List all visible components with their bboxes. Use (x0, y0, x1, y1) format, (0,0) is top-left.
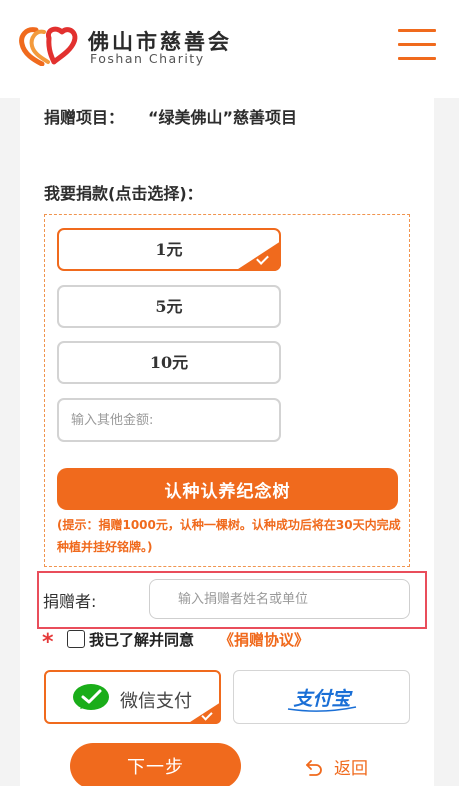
alipay-label: 支付宝 (293, 688, 353, 710)
amount-option-label: 1元 (155, 240, 183, 259)
return-arrow-icon (306, 760, 322, 776)
project-label: 捐赠项目： (44, 108, 125, 127)
alipay-option[interactable]: 支付宝 (233, 670, 410, 724)
agreement-text: 我已了解并同意 (89, 631, 195, 649)
donor-name-input[interactable] (149, 579, 410, 619)
back-label: 返回 (334, 759, 368, 779)
amount-option-10[interactable]: 10元 (57, 341, 281, 384)
hamburger-menu-icon[interactable] (398, 29, 436, 61)
hearts-logo-icon (19, 26, 78, 66)
selected-check-icon (235, 241, 281, 271)
next-step-button[interactable]: 下一步 (70, 743, 241, 786)
wechat-pay-label: 微信支付 (120, 691, 192, 712)
adopt-tree-button[interactable]: 认种认养纪念树 (57, 468, 398, 510)
back-link[interactable]: 返回 (304, 754, 368, 779)
amount-option-label: 10元 (149, 353, 189, 372)
amount-choose-label: 我要捐款(点击选择)： (44, 184, 203, 203)
amount-option-1[interactable]: 1元 (57, 228, 281, 271)
required-mark: * (42, 630, 54, 655)
brand-name-en: Foshan Charity (90, 51, 205, 66)
other-amount-input[interactable] (57, 398, 281, 442)
amount-option-label: 5元 (155, 297, 183, 316)
wechat-pay-option[interactable]: 微信支付 (44, 670, 221, 724)
project-line: 捐赠项目： “绿美佛山”慈善项目 (44, 104, 297, 128)
selected-check-icon (187, 702, 221, 724)
alipay-icon: 支付宝 (287, 688, 357, 712)
donation-agreement-link[interactable]: 《捐赠协议》 (219, 629, 309, 650)
agreement-checkbox[interactable] (67, 630, 85, 648)
amount-option-5[interactable]: 5元 (57, 285, 281, 328)
project-name: “绿美佛山”慈善项目 (148, 108, 298, 127)
wechat-pay-icon (73, 684, 109, 710)
tree-tip-text: (提示：捐赠1000元，认种一棵树。认种成功后将在30天内完成种植并挂好铭牌。) (57, 518, 401, 554)
donor-label: 捐赠者: (43, 592, 97, 611)
site-header: 佛山市慈善会 Foshan Charity (0, 0, 459, 98)
